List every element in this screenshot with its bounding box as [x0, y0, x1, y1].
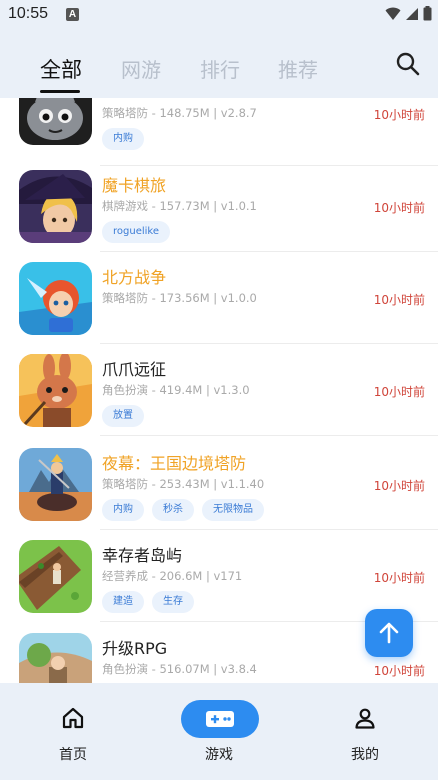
game-icon-image: [19, 448, 92, 521]
game-meta: 角色扮演 - 516.07M | v3.8.4: [102, 662, 257, 676]
nav-profile[interactable]: 我的: [292, 683, 438, 780]
battery-icon: [423, 6, 432, 21]
nav-games[interactable]: 游戏: [146, 683, 292, 780]
game-meta: 经营养成 - 206.6M | v171: [102, 569, 243, 583]
update-time: 10小时前: [373, 108, 425, 122]
signal-icon: [406, 7, 418, 20]
update-time: 10小时前: [373, 479, 425, 493]
game-row[interactable]: 爪爪远征 角色扮演 - 419.4M | v1.3.0 10小时前 放置: [0, 344, 438, 436]
gamepad-icon: [206, 711, 234, 727]
status-time: 10:55: [8, 5, 49, 22]
update-time: 10小时前: [373, 201, 425, 215]
tag-list: 建造 生存: [102, 591, 194, 613]
status-bar: 10:55 A: [0, 0, 438, 30]
system-icons: [385, 6, 432, 21]
nav-label: 游戏: [205, 747, 233, 763]
game-row[interactable]: 策略塔防 - 148.75M | v2.8.7 10小时前 内购: [0, 98, 438, 166]
game-meta: 策略塔防 - 253.43M | v1.1.40: [102, 477, 265, 491]
game-name: 北方战争: [102, 268, 167, 287]
tab-ranking[interactable]: 排行: [200, 54, 240, 83]
tag: roguelike: [102, 221, 170, 243]
game-row[interactable]: 魔卡棋旅 棋牌游戏 - 157.73M | v1.0.1 10小时前 rogue…: [0, 160, 438, 252]
game-name: 升级RPG: [102, 639, 168, 658]
notification-a-icon: A: [66, 8, 79, 21]
scroll-to-top-button[interactable]: [365, 609, 413, 657]
game-meta: 策略塔防 - 173.56M | v1.0.0: [102, 291, 257, 305]
update-time: 10小时前: [373, 293, 425, 307]
arrow-up-icon: [379, 622, 399, 644]
update-time: 10小时前: [373, 385, 425, 399]
search-icon[interactable]: [394, 50, 422, 78]
game-icon-image: [19, 354, 92, 427]
nav-label: 我的: [351, 747, 379, 763]
tag: 秒杀: [152, 499, 194, 521]
update-time: 10小时前: [373, 571, 425, 585]
tag-list: roguelike: [102, 221, 170, 243]
game-row[interactable]: 北方战争 策略塔防 - 173.56M | v1.0.0 10小时前: [0, 252, 438, 344]
tag: 放置: [102, 405, 144, 427]
divider: [100, 435, 438, 436]
game-list[interactable]: 策略塔防 - 148.75M | v2.8.7 10小时前 内购 魔卡棋旅 棋牌…: [0, 98, 438, 683]
game-icon-image: [19, 262, 92, 335]
game-icon-image: [19, 98, 92, 145]
tab-recommended[interactable]: 推荐: [278, 54, 318, 83]
user-icon: [352, 705, 378, 731]
game-meta: 角色扮演 - 419.4M | v1.3.0: [102, 383, 250, 397]
top-tab-bar: 全部 网游 排行 推荐: [0, 30, 438, 98]
tab-online-games[interactable]: 网游: [121, 54, 161, 83]
game-name: 爪爪远征: [102, 360, 167, 379]
game-name: 魔卡棋旅: [102, 176, 167, 195]
home-icon: [60, 705, 86, 731]
wifi-icon: [385, 7, 401, 20]
active-tab-indicator: [40, 90, 80, 93]
tag-list: 放置: [102, 405, 144, 427]
active-nav-pill: [181, 700, 259, 738]
bottom-navigation: 首页 游戏 我的: [0, 683, 438, 780]
game-meta: 棋牌游戏 - 157.73M | v1.0.1: [102, 199, 257, 213]
nav-home[interactable]: 首页: [0, 683, 146, 780]
update-time: 10小时前: [373, 664, 425, 678]
nav-label: 首页: [59, 747, 87, 763]
game-icon-image: [19, 540, 92, 613]
tag: 生存: [152, 591, 194, 613]
game-row[interactable]: 夜幕：王国边境塔防 策略塔防 - 253.43M | v1.1.40 10小时前…: [0, 438, 438, 530]
game-name: 夜幕：王国边境塔防: [102, 454, 247, 473]
tag: 内购: [102, 128, 144, 150]
game-icon-image: [19, 170, 92, 243]
tag-list: 内购: [102, 128, 144, 150]
game-name: 幸存者岛屿: [102, 546, 183, 565]
game-meta: 策略塔防 - 148.75M | v2.8.7: [102, 106, 257, 120]
tab-all[interactable]: 全部: [40, 54, 82, 84]
game-row[interactable]: 幸存者岛屿 经营养成 - 206.6M | v171 10小时前 建造 生存: [0, 530, 438, 622]
tag-list: 内购 秒杀 无限物品: [102, 499, 264, 521]
game-icon-image: [19, 633, 92, 683]
tag: 无限物品: [202, 499, 264, 521]
tag: 内购: [102, 499, 144, 521]
tag: 建造: [102, 591, 144, 613]
